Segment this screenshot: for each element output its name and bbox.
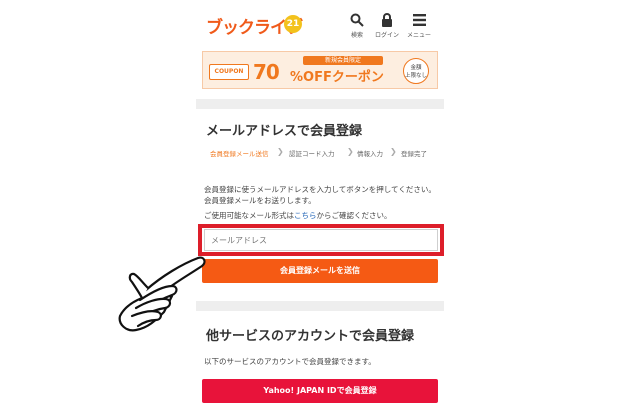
coupon-off-text: %OFFクーポン xyxy=(290,70,384,85)
search-icon xyxy=(350,13,364,27)
input-highlight-frame xyxy=(198,224,444,256)
step-info-input: 情報入力 xyxy=(357,150,383,158)
registration-steps: 会員登録メール送信 ❯ 認証コード入力 ❯ 情報入力 ❯ 登録完了 xyxy=(210,147,442,160)
yahoo-register-button[interactable]: Yahoo! JAPAN IDで会員登録 xyxy=(202,379,438,403)
section-divider xyxy=(196,99,444,109)
menu-icon xyxy=(412,14,426,26)
coupon-tag: COUPON xyxy=(209,64,249,80)
send-registration-mail-button[interactable]: 会員登録メールを送信 xyxy=(202,259,438,283)
step-auth-code: 認証コード入力 xyxy=(289,150,335,158)
coupon-percent: 70 xyxy=(253,60,280,84)
phone-frame: ブックライブ 21 検索 ログイン メニュー COUPON 新規会員限定 70 … xyxy=(196,0,444,420)
nav-login-button[interactable]: ログイン xyxy=(370,12,404,39)
chevron-right-icon: ❯ xyxy=(347,147,354,156)
anniversary-badge: 21 xyxy=(284,15,302,33)
coupon-banner[interactable]: COUPON 新規会員限定 70 %OFFクーポン 金額 上限なし xyxy=(202,51,438,89)
chevron-right-icon: ❯ xyxy=(390,147,397,156)
no-limit-line2: 上限なし xyxy=(404,73,427,79)
lock-icon xyxy=(382,13,392,27)
new-member-tag: 新規会員限定 xyxy=(303,56,383,65)
pointing-hand-icon xyxy=(118,256,206,332)
nav-search-label: 検索 xyxy=(350,32,363,39)
nav-menu-button[interactable]: メニュー xyxy=(402,12,436,39)
other-description: 以下のサービスのアカウントで会員登録できます。 xyxy=(204,357,376,366)
step-complete: 登録完了 xyxy=(401,150,427,158)
no-limit-line1: 金額 xyxy=(410,65,422,71)
other-section-title: 他サービスのアカウントで会員登録 xyxy=(206,329,415,344)
mail-format-suffix: からご確認ください。 xyxy=(316,211,392,220)
email-section-title: メールアドレスで会員登録 xyxy=(206,124,363,139)
step-send-mail: 会員登録メール送信 xyxy=(210,150,269,158)
section-divider xyxy=(196,301,444,311)
nav-login-label: ログイン xyxy=(374,32,399,39)
mail-format-note: ご使用可能なメール形式はこちらからご確認ください。 xyxy=(204,210,436,221)
nav-menu-label: メニュー xyxy=(406,32,431,39)
chevron-right-icon: ❯ xyxy=(277,147,284,156)
mail-format-link[interactable]: こちら xyxy=(294,211,317,220)
no-limit-badge: 金額 上限なし xyxy=(403,58,429,84)
site-header: ブックライブ 21 検索 ログイン メニュー xyxy=(196,0,444,46)
email-description: 会員登録に使うメールアドレスを入力してボタンを押してください。会員登録メールをお… xyxy=(204,185,436,205)
mail-format-prefix: ご使用可能なメール形式は xyxy=(204,211,294,220)
nav-search-button[interactable]: 検索 xyxy=(340,12,374,39)
